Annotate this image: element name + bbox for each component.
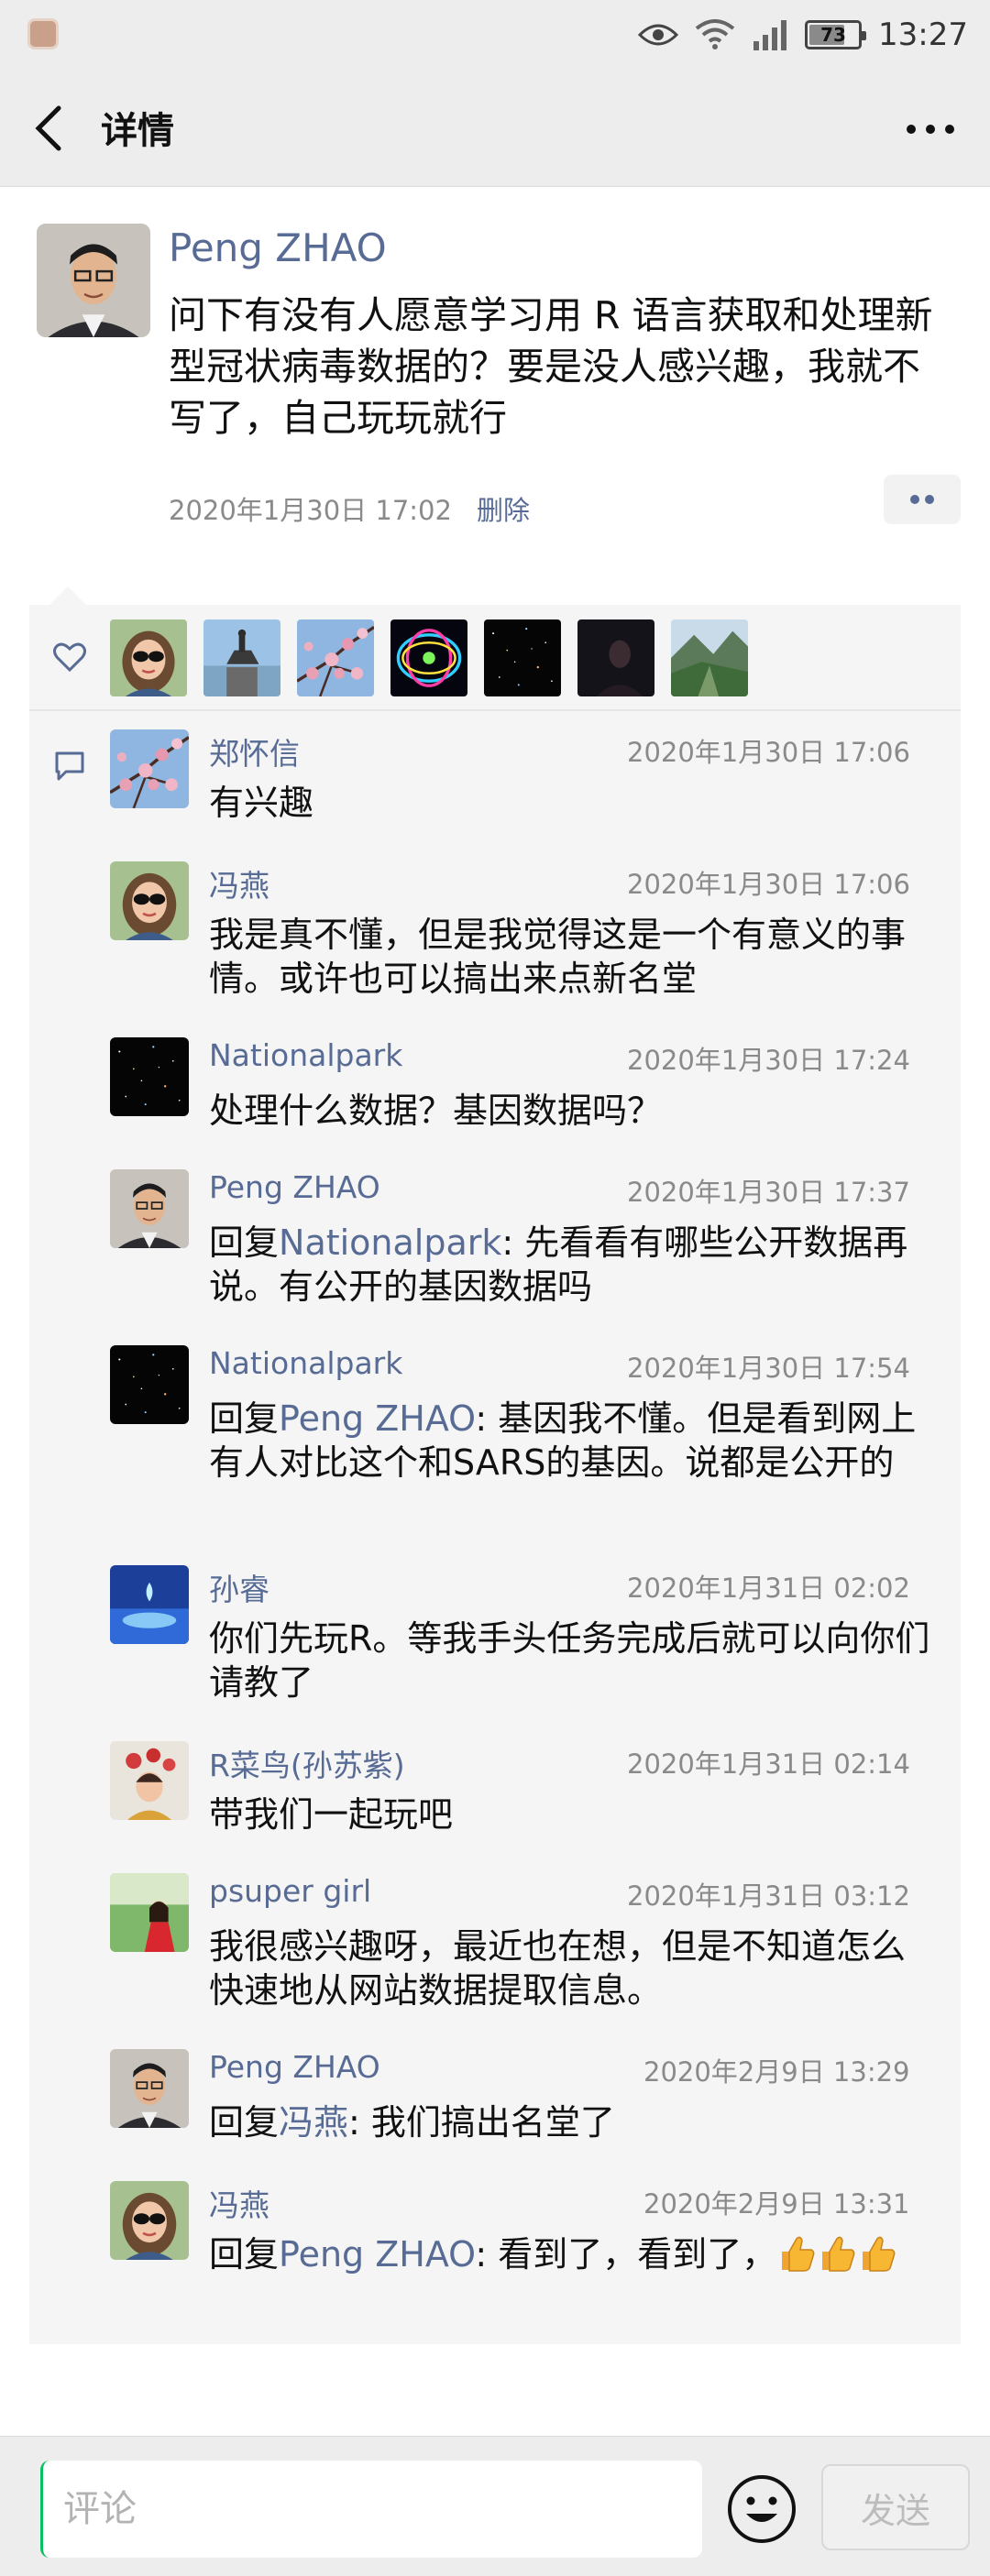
comment-text[interactable]: 我很感兴趣呀，最近也在想，但是不知道怎么快速地从网站数据提取信息。 [209, 1924, 933, 2012]
comment-time: 2020年1月31日 02:14 [627, 1748, 910, 1780]
comment-text[interactable]: 回复Peng ZHAO: 基因我不懂。但是看到网上有人对比这个和SARS的基因。… [209, 1397, 933, 1485]
comment-body: 我是真不懂，但是我觉得这是一个有意义的事情。或许也可以搞出来点新名堂 [209, 915, 907, 999]
comment-author[interactable]: Peng ZHAO [209, 1169, 380, 1205]
comment-author[interactable]: R菜鸟(孙苏紫) [209, 1741, 405, 1785]
comment-text[interactable]: 回复Nationalpark: 先看看有哪些公开数据再说。有公开的基因数据吗 [209, 1221, 933, 1309]
comment-body: : 看到了，看到了， [475, 2234, 777, 2275]
reply-to-name[interactable]: Peng ZHAO [279, 2234, 475, 2275]
comment-avatar[interactable] [110, 1741, 189, 1820]
liker-avatar-mountain-valley[interactable] [671, 619, 748, 696]
comment-text[interactable]: 回复冯燕: 我们搞出名堂了 [209, 2100, 933, 2144]
comment-avatar[interactable] [110, 1345, 189, 1424]
comment-time: 2020年2月9日 13:31 [644, 2188, 910, 2220]
liker-avatar-neon-rings[interactable] [390, 619, 468, 696]
comment-time: 2020年1月30日 17:54 [627, 1353, 910, 1384]
status-icons: 73 13:27 [638, 13, 968, 57]
likes-row [29, 605, 961, 709]
status-time: 13:27 [878, 16, 968, 53]
comment-avatar[interactable] [110, 2049, 189, 2128]
reply-to-name[interactable]: Nationalpark [279, 1222, 501, 1263]
battery-percent: 73 [820, 24, 846, 46]
thumbs-up-icon [776, 2233, 817, 2274]
thumbs-up-icon [817, 2233, 857, 2274]
two-dots-icon [910, 495, 934, 504]
chevron-left-icon [35, 105, 61, 151]
send-button[interactable]: 发送 [821, 2464, 970, 2550]
comment-author[interactable]: Nationalpark [209, 1037, 402, 1073]
liker-avatar-dark-portrait[interactable] [578, 619, 654, 696]
comment-text[interactable]: 带我们一起玩吧 [209, 1792, 933, 1836]
wifi-icon [695, 19, 735, 49]
liker-avatar-starfield[interactable] [484, 619, 561, 696]
post-author-name[interactable]: Peng ZHAO [169, 225, 387, 270]
comment-time: 2020年2月9日 13:29 [644, 2056, 910, 2088]
more-dots-icon [907, 125, 954, 134]
reply-to-name[interactable]: Peng ZHAO [279, 1398, 475, 1439]
delete-link[interactable]: 删除 [477, 489, 530, 528]
comment-text[interactable]: 你们先玩R。等我手头任务完成后就可以向你们请教了 [209, 1617, 933, 1705]
comment-author[interactable]: psuper girl [209, 1873, 371, 1909]
comment-text[interactable]: 我是真不懂，但是我觉得这是一个有意义的事情。或许也可以搞出来点新名堂 [209, 913, 933, 1001]
reply-prefix: 回复 [209, 2234, 280, 2275]
comment-avatar[interactable] [110, 1873, 189, 1952]
comment-avatar[interactable] [110, 2181, 189, 2260]
back-button[interactable] [28, 101, 73, 156]
post-text: 问下有没有人愿意学习用 R 语言获取和处理新型冠状病毒数据的？要是没人感兴趣，我… [169, 293, 933, 440]
bottom-bar: 发送 [0, 2436, 990, 2576]
shield-app-icon [28, 18, 59, 49]
heart-icon [53, 642, 86, 673]
emoji-button[interactable] [726, 2473, 798, 2545]
reply-prefix: 回复 [209, 1398, 280, 1439]
battery-icon: 73 [805, 20, 867, 49]
thumbs-up-icon [857, 2233, 897, 2274]
page-title: 详情 [101, 110, 174, 152]
comment-time: 2020年1月30日 17:24 [627, 1045, 910, 1076]
comment-time: 2020年1月30日 17:37 [627, 1177, 910, 1208]
comment-author[interactable]: 冯燕 [209, 861, 270, 905]
comment-author[interactable]: Nationalpark [209, 1345, 402, 1381]
comment-body: 带我们一起玩吧 [209, 1794, 454, 1835]
post-author-avatar[interactable] [37, 224, 150, 337]
comment-body: 有兴趣 [209, 783, 314, 823]
comment-avatar[interactable] [110, 1037, 189, 1116]
reply-prefix: 回复 [209, 2102, 280, 2143]
header: 详情 [0, 70, 990, 187]
comment-time: 2020年1月30日 17:06 [627, 737, 910, 768]
smiley-icon [728, 2475, 796, 2543]
comment-author[interactable]: Peng ZHAO [209, 2049, 380, 2085]
panel-arrow [50, 586, 86, 605]
comment-body: : 我们搞出名堂了 [348, 2102, 615, 2143]
comment-body: 我很感兴趣呀，最近也在想，但是不知道怎么快速地从网站数据提取信息。 [209, 1926, 907, 2011]
comment-text[interactable]: 处理什么数据？基因数据吗？ [209, 1089, 933, 1133]
comment-author[interactable]: 郑怀信 [209, 729, 300, 773]
reply-prefix: 回复 [209, 1222, 280, 1263]
liker-avatar-sunglasses-woman[interactable] [110, 619, 187, 696]
signal-icon [754, 20, 787, 50]
comment-avatar[interactable] [110, 1565, 189, 1644]
comment-icon [55, 751, 84, 781]
post-time: 2020年1月30日 17:02 [169, 495, 452, 526]
comment-avatar[interactable] [110, 1169, 189, 1248]
comment-text[interactable]: 有兴趣 [209, 781, 933, 825]
comment-body: 你们先玩R。等我手头任务完成后就可以向你们请教了 [209, 1618, 930, 1703]
more-button[interactable] [898, 106, 962, 152]
liker-avatar-plum-blossom[interactable] [297, 619, 374, 696]
comment-time: 2020年1月31日 03:12 [627, 1880, 910, 1912]
eye-icon [638, 24, 679, 46]
comment-time: 2020年1月30日 17:06 [627, 869, 910, 900]
comment-text[interactable]: 回复Peng ZHAO: 看到了，看到了， [209, 2232, 933, 2276]
comment-input[interactable] [40, 2461, 702, 2558]
comment-avatar[interactable] [110, 729, 189, 808]
comment-body: 处理什么数据？基因数据吗？ [209, 1091, 663, 1131]
comment-avatar[interactable] [110, 861, 189, 940]
comment-author[interactable]: 孙睿 [209, 1565, 270, 1609]
liker-avatar-equestrian-statue[interactable] [204, 619, 280, 696]
reply-to-name[interactable]: 冯燕 [279, 2102, 348, 2143]
comment-author[interactable]: 冯燕 [209, 2181, 270, 2225]
likes-divider [29, 709, 961, 711]
status-bar: 73 13:27 [0, 0, 990, 70]
comment-time: 2020年1月31日 02:02 [627, 1573, 910, 1604]
like-comment-button[interactable] [884, 475, 961, 524]
